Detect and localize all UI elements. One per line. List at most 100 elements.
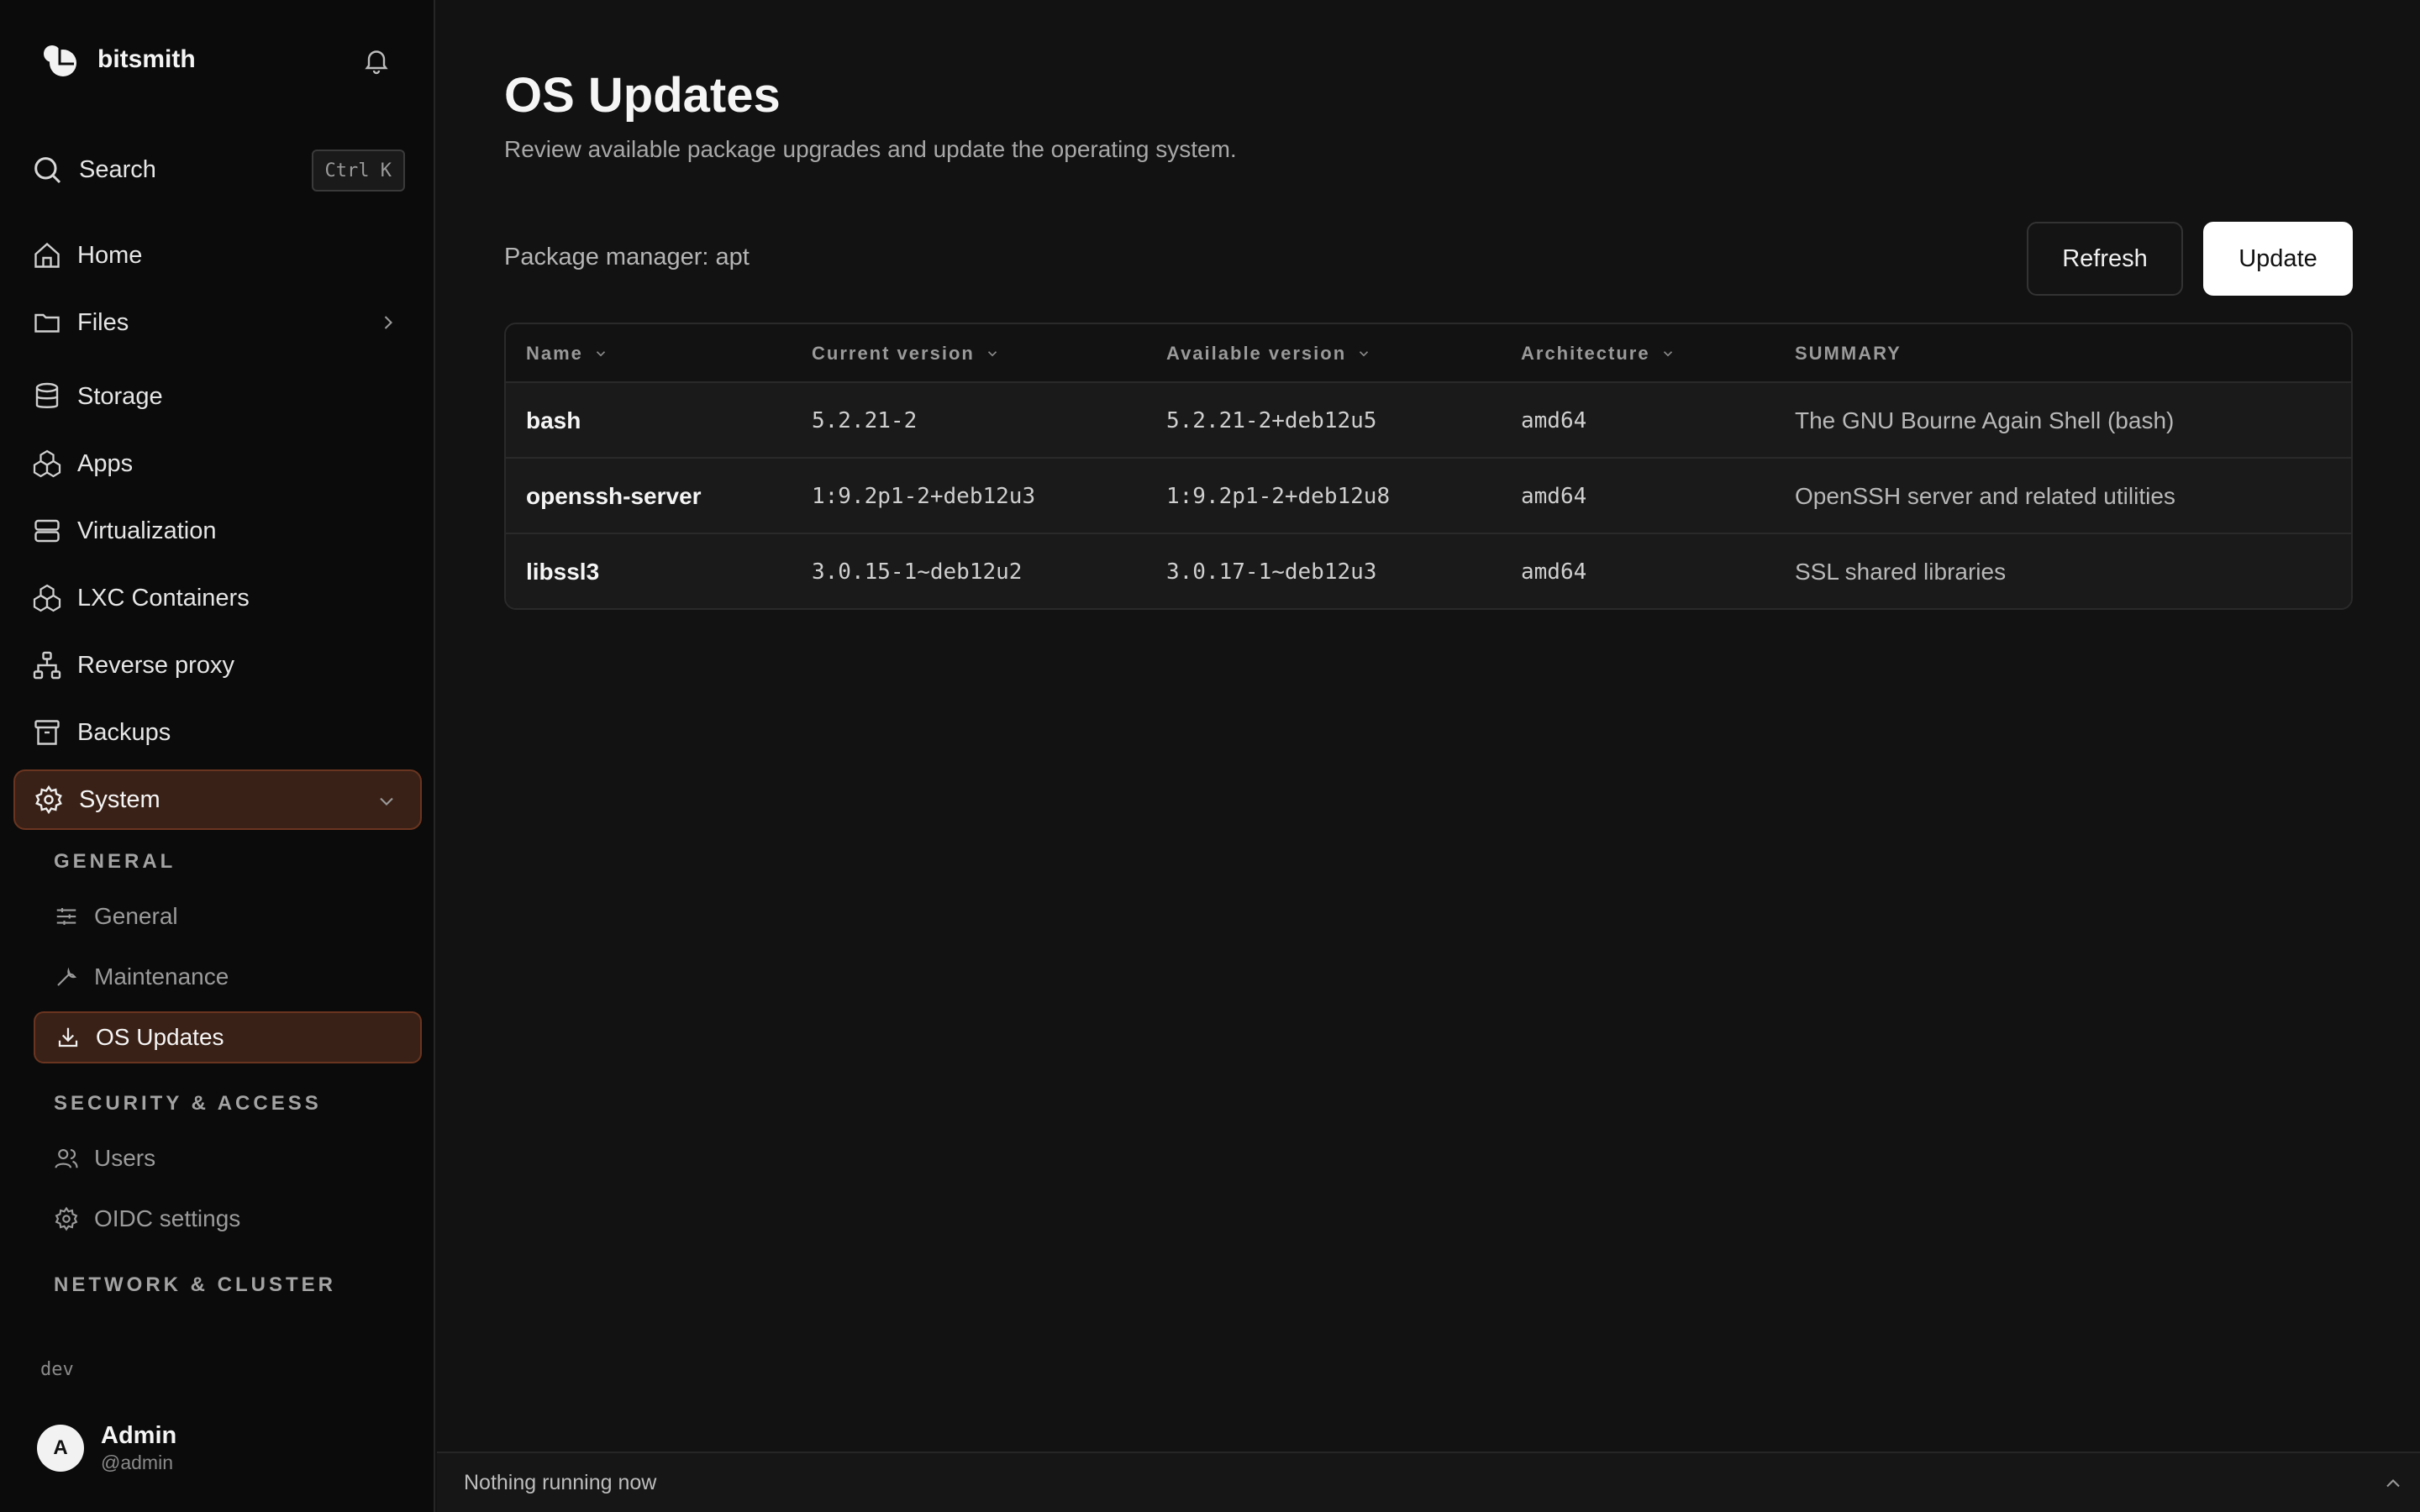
boxes-icon bbox=[33, 449, 61, 478]
folder-icon bbox=[34, 313, 60, 333]
network-icon bbox=[33, 651, 61, 680]
bell-icon[interactable] bbox=[361, 45, 392, 76]
sidebar-item-home[interactable]: Home bbox=[13, 225, 422, 286]
sidebar-item-label: Virtualization bbox=[77, 517, 217, 544]
refresh-button[interactable]: Refresh bbox=[2027, 222, 2183, 296]
database-icon bbox=[35, 382, 59, 408]
cell-current-version: 5.2.21-2 bbox=[812, 408, 918, 433]
column-header-name[interactable]: Name bbox=[526, 324, 608, 383]
status-bar[interactable]: Nothing running now bbox=[437, 1452, 2420, 1512]
update-button[interactable]: Update bbox=[2203, 222, 2353, 296]
sidebar-sub-item-oidc-settings[interactable]: OIDC settings bbox=[34, 1193, 422, 1245]
column-header-architecture[interactable]: Architecture bbox=[1521, 324, 1676, 383]
sidebar-item-apps[interactable]: Apps bbox=[13, 433, 422, 494]
sidebar-sub-item-label: General bbox=[94, 903, 178, 929]
brand-name: bitsmith bbox=[97, 45, 196, 73]
section-title-general: GENERAL bbox=[54, 850, 176, 873]
chevron-down-icon bbox=[380, 797, 393, 806]
chevron-right-icon bbox=[384, 316, 392, 329]
sidebar-item-label: Apps bbox=[77, 449, 134, 477]
server-icon bbox=[34, 519, 60, 543]
bitsmith-logo-icon bbox=[44, 45, 76, 76]
cell-available-version: 5.2.21-2+deb12u5 bbox=[1166, 408, 1377, 433]
sidebar-item-virtualization[interactable]: Virtualization bbox=[13, 501, 422, 561]
table-header: Name Current version Available version A… bbox=[506, 324, 2351, 383]
sidebar-sub-item-users[interactable]: Users bbox=[34, 1132, 422, 1184]
sidebar: bitsmith Search Ctrl K Home Files Storag… bbox=[0, 0, 435, 1512]
page-title: OS Updates bbox=[504, 68, 781, 123]
cell-architecture: amd64 bbox=[1521, 408, 1587, 433]
cell-name: openssh-server bbox=[526, 483, 702, 509]
packages-table: Name Current version Available version A… bbox=[504, 323, 2353, 610]
cell-available-version: 1:9.2p1-2+deb12u8 bbox=[1166, 484, 1391, 509]
sidebar-sub-item-os-updates[interactable]: OS Updates bbox=[34, 1011, 422, 1063]
section-title-network-cluster: NETWORK & CLUSTER bbox=[54, 1273, 336, 1296]
chevron-up-icon[interactable] bbox=[2381, 1472, 2405, 1495]
sidebar-sub-item-general[interactable]: General bbox=[34, 890, 422, 942]
column-header-available-version[interactable]: Available version bbox=[1166, 324, 1371, 383]
package-manager-label: Package manager: apt bbox=[504, 244, 750, 270]
chevron-down-icon bbox=[1663, 351, 1672, 357]
user-name: Admin bbox=[101, 1422, 177, 1449]
avatar: A bbox=[37, 1425, 84, 1472]
sidebar-item-system[interactable]: System bbox=[13, 769, 422, 830]
sidebar-item-lxc-containers[interactable]: LXC Containers bbox=[13, 568, 422, 628]
sidebar-item-files[interactable]: Files bbox=[13, 292, 422, 353]
brand[interactable]: bitsmith bbox=[40, 39, 196, 81]
search-shortcut: Ctrl K bbox=[311, 150, 405, 192]
cell-available-version: 3.0.17-1~deb12u3 bbox=[1166, 559, 1377, 585]
table-row[interactable]: bash 5.2.21-2 5.2.21-2+deb12u5 amd64 The… bbox=[506, 383, 2351, 459]
cell-summary: SSL shared libraries bbox=[1795, 559, 2007, 585]
environment-label: dev bbox=[40, 1359, 74, 1380]
table-row[interactable]: libssl3 3.0.15-1~deb12u2 3.0.17-1~deb12u… bbox=[506, 534, 2351, 608]
sidebar-sub-item-label: Users bbox=[94, 1145, 156, 1171]
cell-current-version: 1:9.2p1-2+deb12u3 bbox=[812, 484, 1036, 509]
sidebar-sub-item-label: Maintenance bbox=[94, 963, 229, 990]
column-header-label: Name bbox=[526, 343, 583, 364]
boxes-icon bbox=[33, 584, 61, 612]
sidebar-item-label: System bbox=[79, 785, 160, 813]
sidebar-item-label: Backups bbox=[77, 718, 171, 746]
sidebar-item-storage[interactable]: Storage bbox=[13, 366, 422, 427]
search-button[interactable]: Search Ctrl K bbox=[30, 148, 407, 192]
sidebar-item-label: Reverse proxy bbox=[77, 651, 234, 679]
table-row[interactable]: openssh-server 1:9.2p1-2+deb12u3 1:9.2p1… bbox=[506, 459, 2351, 534]
sidebar-item-reverse-proxy[interactable]: Reverse proxy bbox=[13, 635, 422, 696]
column-header-label: Current version bbox=[812, 343, 975, 364]
wrench-icon bbox=[57, 967, 77, 986]
cell-summary: The GNU Bourne Again Shell (bash) bbox=[1795, 407, 2175, 433]
sidebar-sub-item-label: OIDC settings bbox=[94, 1205, 241, 1231]
search-icon bbox=[34, 157, 61, 184]
cell-architecture: amd64 bbox=[1521, 484, 1587, 509]
sidebar-item-label: Files bbox=[77, 308, 129, 336]
column-header-label: SUMMARY bbox=[1795, 343, 1902, 364]
chevron-down-icon bbox=[1360, 351, 1369, 357]
home-icon bbox=[34, 242, 60, 268]
cell-name: libssl3 bbox=[526, 559, 600, 585]
main-content: OS Updates Review available package upgr… bbox=[437, 0, 2420, 1512]
section-title-security-access: SECURITY & ACCESS bbox=[54, 1092, 322, 1115]
column-header-label: Available version bbox=[1166, 343, 1347, 364]
cell-architecture: amd64 bbox=[1521, 559, 1587, 585]
column-header-current-version[interactable]: Current version bbox=[812, 324, 1000, 383]
sliders-icon bbox=[56, 908, 76, 925]
status-text: Nothing running now bbox=[464, 1470, 657, 1494]
archive-icon bbox=[34, 720, 60, 745]
download-icon bbox=[58, 1027, 78, 1047]
column-header-label: Architecture bbox=[1521, 343, 1650, 364]
cell-current-version: 3.0.15-1~deb12u2 bbox=[812, 559, 1023, 585]
sidebar-sub-item-label: OS Updates bbox=[96, 1024, 224, 1050]
chevron-down-icon bbox=[596, 351, 606, 357]
column-header-summary: SUMMARY bbox=[1795, 324, 1902, 383]
user-profile[interactable]: A Admin @admin bbox=[37, 1421, 176, 1475]
cell-summary: OpenSSH server and related utilities bbox=[1795, 483, 2175, 509]
sidebar-item-label: Home bbox=[77, 241, 143, 269]
chevron-down-icon bbox=[987, 351, 997, 357]
sidebar-sub-item-maintenance[interactable]: Maintenance bbox=[34, 951, 422, 1003]
gear-icon bbox=[35, 785, 62, 815]
sidebar-item-backups[interactable]: Backups bbox=[13, 702, 422, 763]
cell-name: bash bbox=[526, 407, 581, 433]
user-handle: @admin bbox=[101, 1452, 173, 1473]
page-subtitle: Review available package upgrades and up… bbox=[504, 136, 1237, 162]
sidebar-item-label: Storage bbox=[77, 382, 163, 410]
